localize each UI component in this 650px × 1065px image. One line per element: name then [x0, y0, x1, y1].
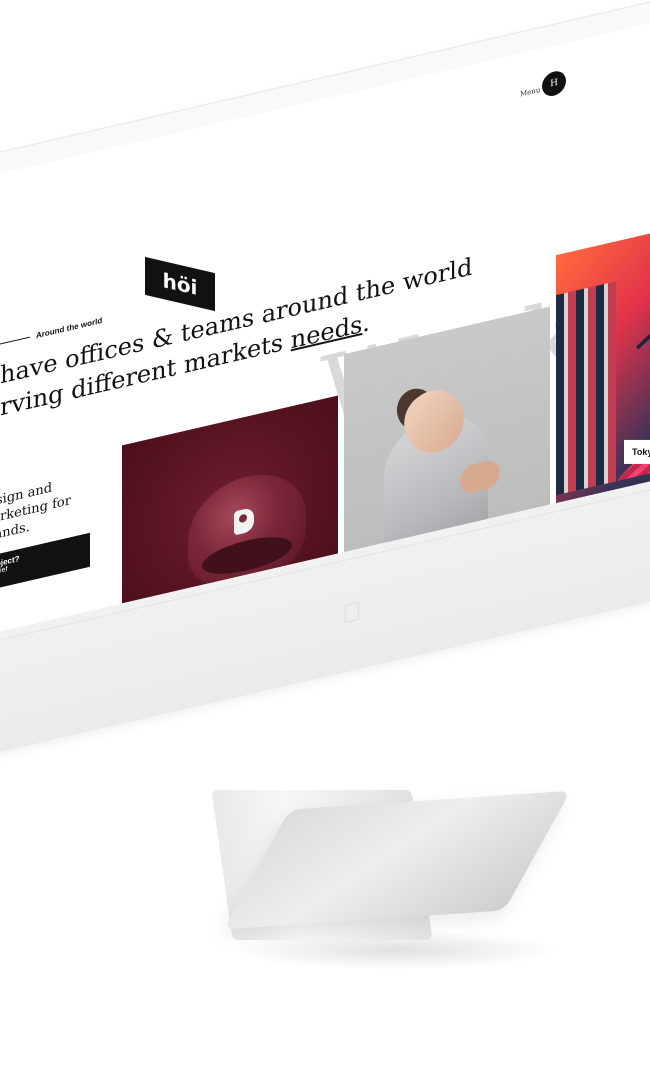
eyebrow-text: Around the world — [36, 315, 103, 341]
intro-line-3: brands. — [0, 519, 30, 547]
stairs-railing-image — [556, 281, 616, 496]
menu-label[interactable]: Menu — [520, 86, 540, 99]
cta-button[interactable]: project? a brief — [0, 532, 90, 593]
eyebrow-line — [0, 336, 30, 352]
headline-suffix: . — [362, 308, 370, 338]
portfolio-tile-stairs[interactable]: Tokyo Racer VR — [556, 213, 650, 504]
tile-caption: Tokyo Racer VR — [624, 439, 650, 464]
monitor:  Menu H Around the world Work have offi… — [0, 0, 650, 771]
menu-button[interactable]: H — [542, 68, 566, 99]
stairs-handrail-image — [636, 239, 650, 350]
mockup-stage:  Menu H Around the world Work have offi… — [0, 0, 650, 1065]
apple-logo-icon:  — [340, 595, 364, 630]
